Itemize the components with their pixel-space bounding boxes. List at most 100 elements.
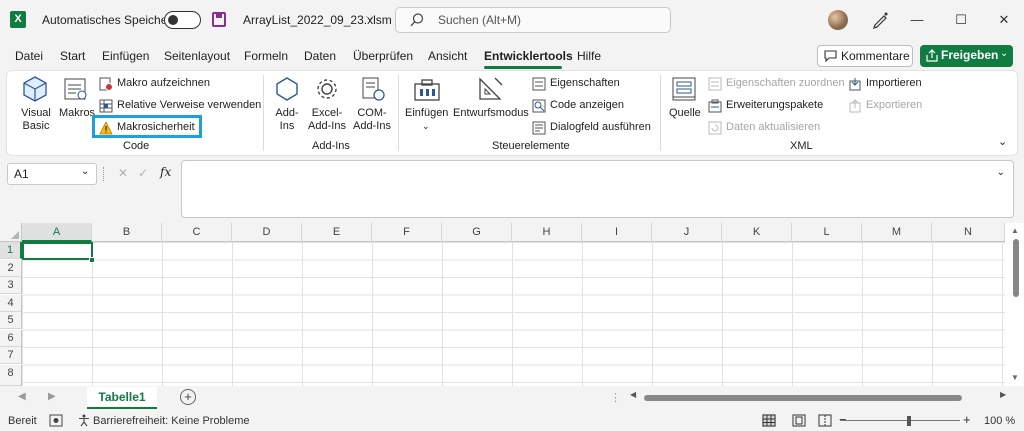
splitter-handle[interactable] [103,167,105,181]
xml-source-button[interactable]: Quelle [669,107,701,119]
column-header-e[interactable]: E [302,223,372,242]
column-header-m[interactable]: M [862,223,932,242]
chevron-down-icon[interactable]: ⌄ [422,121,430,132]
normal-view-icon[interactable] [762,414,776,427]
insert-function-icon[interactable]: fx [160,165,171,179]
column-header-k[interactable]: K [722,223,792,242]
row-header-7[interactable]: 7 [0,347,22,364]
insert-control-button[interactable]: Einfügen [405,107,448,119]
page-layout-view-icon[interactable] [792,414,806,427]
comments-button[interactable]: Kommentare [817,45,913,67]
zoom-slider-knob[interactable] [907,416,911,426]
group-divider [398,75,399,151]
vertical-scroll-thumb[interactable] [1013,239,1019,297]
maximize-button[interactable]: ☐ [947,8,975,32]
cancel-icon: ✕ [118,166,129,180]
macro-security-button[interactable]: Makrosicherheit [117,121,195,133]
column-header-a[interactable]: A [22,223,92,242]
sheet-tab-tabelle1[interactable]: Tabelle1 [87,387,157,409]
chevron-down-icon[interactable]: ⌄ [997,167,1005,178]
tab-entwicklertools[interactable]: Entwicklertools [484,49,573,63]
zoom-slider[interactable] [840,420,960,421]
fill-handle[interactable] [89,257,95,263]
addins-button[interactable]: Add- Ins [269,107,305,133]
column-header-b[interactable]: B [92,223,162,242]
name-box[interactable]: A1 ⌄ [7,163,97,185]
scroll-right-icon[interactable]: ▶ [1000,390,1006,399]
scroll-up-icon[interactable]: ▲ [1011,226,1019,235]
sheet-next-icon[interactable]: ▶ [48,391,56,402]
save-icon[interactable] [212,12,226,27]
page-break-view-icon[interactable] [818,414,832,427]
record-macro-button[interactable]: Makro aufzeichnen [117,77,210,89]
column-header-j[interactable]: J [652,223,722,242]
chevron-down-icon[interactable]: ⌵ [366,12,374,23]
row-header-4[interactable]: 4 [0,294,22,312]
tab-splitter-handle[interactable]: ⋮ [610,391,621,404]
com-addins-button[interactable]: COM- Add-Ins [350,107,394,133]
column-header-n[interactable]: N [932,223,1005,242]
column-header-h[interactable]: H [512,223,582,242]
column-header-g[interactable]: G [442,223,512,242]
tab-einfuegen[interactable]: Einfügen [102,49,149,63]
row-header-1[interactable]: 1 [0,242,22,259]
design-mode-button[interactable]: Entwurfsmodus [453,107,529,119]
enter-icon: ✓ [138,166,149,180]
horizontal-scroll-thumb[interactable] [644,395,962,401]
row-header-5[interactable]: 5 [0,312,22,329]
horizontal-scrollbar[interactable] [630,394,1008,402]
share-button[interactable]: Freigeben ⌄ [920,45,1013,67]
column-header-f[interactable]: F [372,223,442,242]
pen-icon[interactable] [871,11,889,29]
scroll-down-icon[interactable]: ▼ [1011,373,1019,382]
row-header-8[interactable]: 8 [0,364,22,386]
avatar[interactable] [828,10,848,30]
corner-triangle-icon [11,231,19,239]
tab-datei[interactable]: Datei [15,49,43,63]
import-button[interactable]: Importieren [866,77,922,89]
chevron-down-icon[interactable]: ⌄ [81,166,89,177]
macro-record-status-icon[interactable] [49,414,63,427]
accessibility-status[interactable]: Barrierefreiheit: Keine Probleme [93,415,250,427]
row-header-2[interactable]: 2 [0,259,22,277]
column-header-d[interactable]: D [232,223,302,242]
minimize-button[interactable]: — [903,8,931,32]
close-button[interactable]: ✕ [990,8,1018,32]
column-header-l[interactable]: L [792,223,862,242]
cell-area[interactable] [22,242,1005,386]
autosave-toggle[interactable] [164,11,201,29]
tab-ansicht[interactable]: Ansicht [428,49,467,63]
properties-button[interactable]: Eigenschaften [550,77,620,89]
zoom-in-button[interactable]: + [963,412,971,427]
xml-source-icon [672,77,696,101]
add-sheet-button[interactable]: + [180,389,196,405]
search-input[interactable]: Suchen (Alt+M) [438,13,521,27]
row-header-3[interactable]: 3 [0,277,22,294]
tab-formeln[interactable]: Formeln [244,49,288,63]
column-header-c[interactable]: C [162,223,232,242]
tab-start[interactable]: Start [60,49,85,63]
tab-ueberpruefen[interactable]: Überprüfen [353,49,413,63]
formula-input[interactable]: ⌄ [181,160,1014,218]
selected-cell-a1[interactable] [22,242,93,260]
vertical-scrollbar[interactable]: ▲ ▼ [1005,223,1024,386]
chevron-down-icon[interactable]: ⌄ [1000,48,1008,59]
com-addins-label-1: COM- [357,107,387,119]
column-header-i[interactable]: I [582,223,652,242]
sheet-prev-icon[interactable]: ◀ [18,391,26,402]
view-code-button[interactable]: Code anzeigen [550,99,624,111]
relative-references-button[interactable]: Relative Verweise verwenden [117,99,261,111]
row-header-6[interactable]: 6 [0,329,22,347]
expansion-packs-button[interactable]: Erweiterungspakete [726,99,823,111]
excel-addins-button[interactable]: Excel- Add-Ins [305,107,349,133]
tab-daten[interactable]: Daten [304,49,336,63]
run-dialog-button[interactable]: Dialogfeld ausführen [550,121,651,133]
macros-button[interactable]: Makros [59,107,95,119]
select-all-corner[interactable] [0,223,22,242]
tab-hilfe[interactable]: Hilfe [577,49,601,63]
tab-seitenlayout[interactable]: Seitenlayout [164,49,230,63]
search-box[interactable]: Suchen (Alt+M) [395,7,671,33]
collapse-ribbon-chevron-icon[interactable]: ⌄ [998,135,1007,148]
zoom-level[interactable]: 100 % [984,415,1015,427]
visual-basic-button[interactable]: Visual Basic [15,107,57,133]
